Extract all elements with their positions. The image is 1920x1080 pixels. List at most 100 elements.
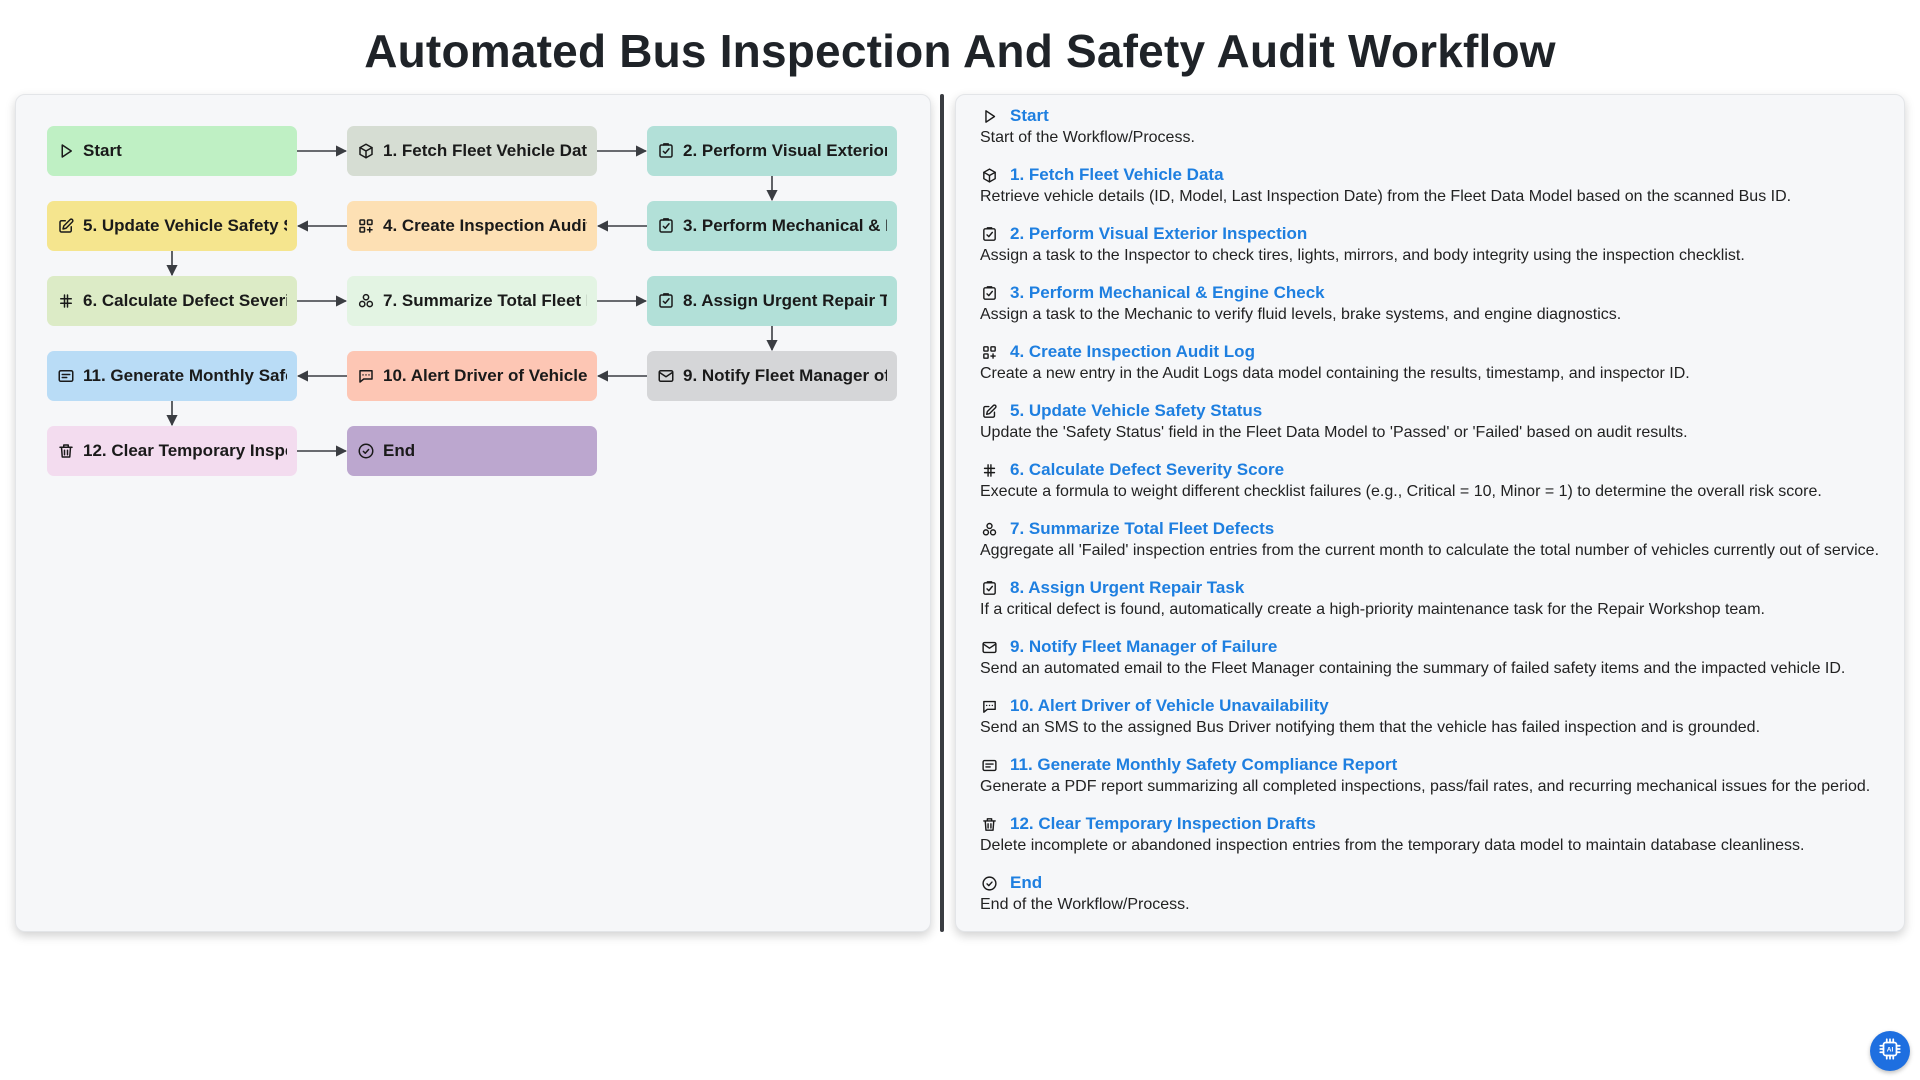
trash-icon [980,815,998,833]
ai-assistant-button[interactable]: AI [1870,1031,1910,1071]
step-header: 5. Update Vehicle Safety Status [968,400,1892,422]
panel-divider[interactable] [940,94,944,932]
step-descriptions-panel: Start Start of the Workflow/Process. 1. Fe… [955,94,1905,932]
step-description: Delete incomplete or abandoned inspectio… [980,837,1805,854]
step-header: Start [968,105,1892,127]
flow-node-n1[interactable]: 1. Fetch Fleet Vehicle Data [347,126,597,176]
step-entry: 10. Alert Driver of Vehicle Unavailabili… [968,695,1892,737]
edit-icon [57,217,75,235]
step-entry: 6. Calculate Defect Severity Score Execut… [968,459,1892,501]
step-entry: 5. Update Vehicle Safety Status Update th… [968,400,1892,442]
flow-node-label: 9. Notify Fleet Manager of F [683,366,887,385]
step-header: 3. Perform Mechanical & Engine Check [968,282,1892,304]
flow-node-label: 2. Perform Visual Exterior I [683,141,887,160]
step-header: 11. Generate Monthly Safety Compliance R… [968,754,1892,776]
flow-node-n10[interactable]: 10. Alert Driver of Vehicle U [347,351,597,401]
step-title-link[interactable]: 11. Generate Monthly Safety Compliance R… [1010,755,1397,775]
step-entry: 9. Notify Fleet Manager of Failure Send a… [968,636,1892,678]
svg-text:AI: AI [1887,1046,1894,1053]
step-description: Send an SMS to the assigned Bus Driver n… [980,719,1761,736]
flow-node-label: 6. Calculate Defect Severity [83,291,287,310]
step-title-link[interactable]: 10. Alert Driver of Vehicle Unavailabili… [1010,696,1329,716]
step-entry: 1. Fetch Fleet Vehicle Data Retrieve vehi… [968,164,1892,206]
flow-node-n7[interactable]: 7. Summarize Total Fleet De [347,276,597,326]
step-title-link[interactable]: 7. Summarize Total Fleet Defects [1010,519,1274,539]
flow-node-label: Start [83,141,122,160]
step-entry: 8. Assign Urgent Repair Task If a critica… [968,577,1892,619]
mail-icon [980,638,998,656]
hash-icon [980,461,998,479]
flow-node-n4[interactable]: 4. Create Inspection Audit I [347,201,597,251]
flow-node-n2[interactable]: 2. Perform Visual Exterior I [647,126,897,176]
flow-node-n5[interactable]: 5. Update Vehicle Safety St [47,201,297,251]
flow-node-label: 11. Generate Monthly Safet [83,366,287,385]
step-title-link[interactable]: 1. Fetch Fleet Vehicle Data [1010,165,1224,185]
flow-node-label: 5. Update Vehicle Safety St [83,216,287,235]
flow-node-label: 8. Assign Urgent Repair Tas [683,291,887,310]
step-description: Create a new entry in the Audit Logs dat… [980,365,1690,382]
step-title-link[interactable]: 12. Clear Temporary Inspection Drafts [1010,814,1316,834]
step-title-link[interactable]: Start [1010,106,1049,126]
step-entry: 3. Perform Mechanical & Engine Check Assi… [968,282,1892,324]
sms-icon [980,697,998,715]
checkbox-icon [980,225,998,243]
step-title-link[interactable]: 6. Calculate Defect Severity Score [1010,460,1284,480]
check-circle-icon [357,442,375,460]
step-description: Execute a formula to weight different ch… [980,483,1822,500]
flow-node-start[interactable]: Start [47,126,297,176]
ai-chip-icon: AI [1877,1036,1903,1067]
trash-icon [57,442,75,460]
mail-icon [657,367,675,385]
cube-icon [980,166,998,184]
step-description: Aggregate all 'Failed' inspection entrie… [980,542,1880,559]
page-title: Automated Bus Inspection And Safety Audi… [364,25,1556,77]
step-title-link[interactable]: 8. Assign Urgent Repair Task [1010,578,1244,598]
step-header: 2. Perform Visual Exterior Inspection [968,223,1892,245]
step-title-link[interactable]: 9. Notify Fleet Manager of Failure [1010,637,1277,657]
step-entry: Start Start of the Workflow/Process. [968,105,1892,147]
flow-node-label: 10. Alert Driver of Vehicle U [383,366,587,385]
flow-node-n9[interactable]: 9. Notify Fleet Manager of F [647,351,897,401]
step-description: Assign a task to the Mechanic to verify … [980,306,1622,323]
step-title-link[interactable]: 3. Perform Mechanical & Engine Check [1010,283,1325,303]
hash-icon [57,292,75,310]
step-description: Generate a PDF report summarizing all co… [980,778,1871,795]
flow-node-label: End [383,441,416,460]
flow-node-n3[interactable]: 3. Perform Mechanical & Er [647,201,897,251]
step-title-link[interactable]: 4. Create Inspection Audit Log [1010,342,1255,362]
grid-plus-icon [980,343,998,361]
step-header: End [968,872,1892,894]
checkbox-icon [657,142,675,160]
circles-icon [980,520,998,538]
step-header: 7. Summarize Total Fleet Defects [968,518,1892,540]
step-entry: End End of the Workflow/Process. [968,872,1892,914]
grid-plus-icon [357,217,375,235]
step-header: 4. Create Inspection Audit Log [968,341,1892,363]
step-title-link[interactable]: 2. Perform Visual Exterior Inspection [1010,224,1307,244]
flow-node-n11[interactable]: 11. Generate Monthly Safet [47,351,297,401]
step-entry: 2. Perform Visual Exterior Inspection Ass… [968,223,1892,265]
step-header: 9. Notify Fleet Manager of Failure [968,636,1892,658]
flow-node-end[interactable]: End [347,426,597,476]
flow-node-n8[interactable]: 8. Assign Urgent Repair Tas [647,276,897,326]
step-header: 1. Fetch Fleet Vehicle Data [968,164,1892,186]
step-title-link[interactable]: End [1010,873,1042,893]
step-description: Start of the Workflow/Process. [980,129,1195,146]
flow-node-label: 12. Clear Temporary Inspec [83,441,287,460]
checkbox-icon [980,284,998,302]
step-header: 8. Assign Urgent Repair Task [968,577,1892,599]
play-icon [57,142,75,160]
step-entry: 4. Create Inspection Audit Log Create a n… [968,341,1892,383]
checkbox-icon [657,217,675,235]
step-title-link[interactable]: 5. Update Vehicle Safety Status [1010,401,1262,421]
step-header: 6. Calculate Defect Severity Score [968,459,1892,481]
checkbox-icon [980,579,998,597]
flow-node-label: 4. Create Inspection Audit I [383,216,587,235]
step-description: Retrieve vehicle details (ID, Model, Las… [980,188,1792,205]
step-description: Assign a task to the Inspector to check … [980,247,1745,264]
step-header: 10. Alert Driver of Vehicle Unavailabili… [968,695,1892,717]
flow-node-n6[interactable]: 6. Calculate Defect Severity [47,276,297,326]
step-entry: 7. Summarize Total Fleet Defects Aggregat… [968,518,1892,560]
flow-node-n12[interactable]: 12. Clear Temporary Inspec [47,426,297,476]
circles-icon [357,292,375,310]
